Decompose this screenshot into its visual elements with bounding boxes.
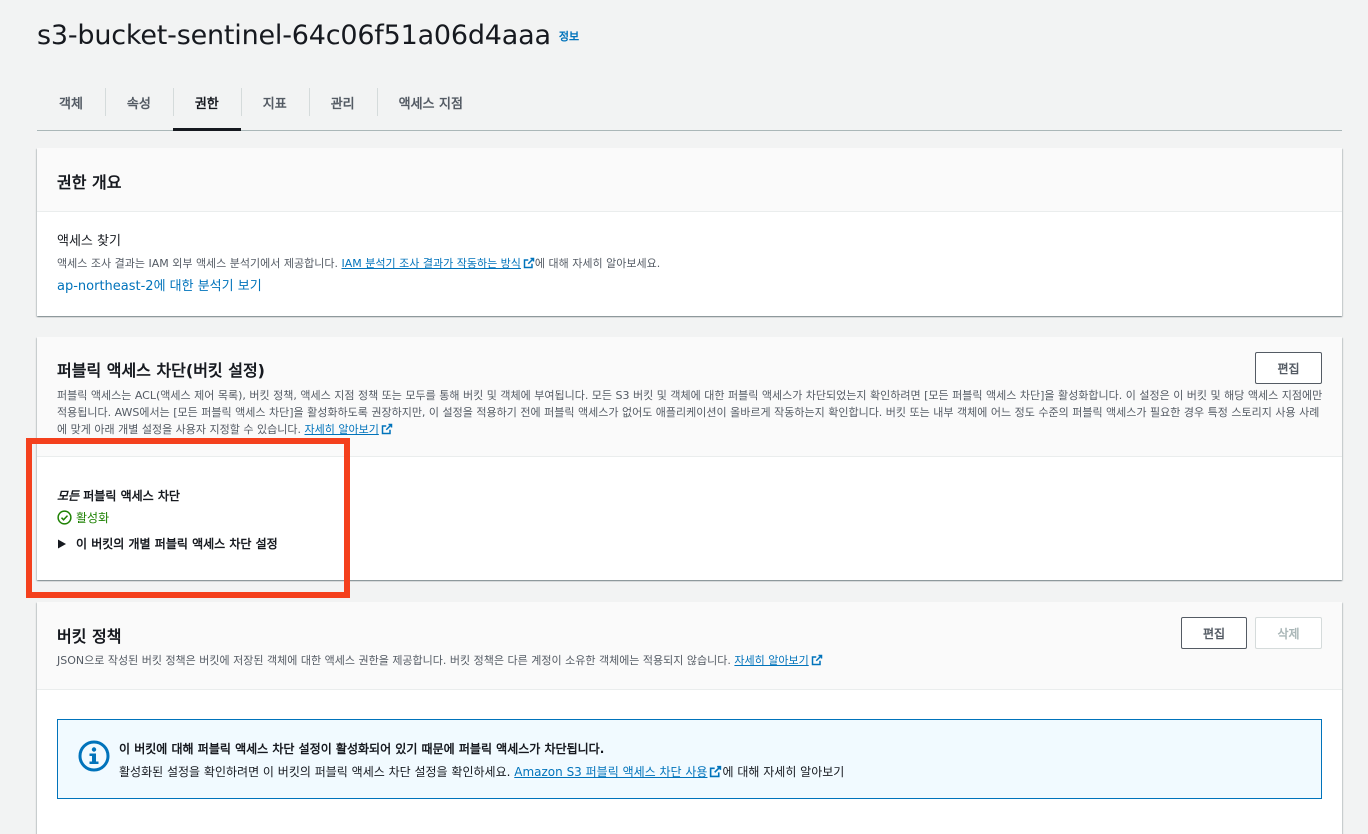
page-title: s3-bucket-sentinel-64c06f51a06d4aaa (37, 20, 551, 51)
access-finder-desc-text: 액세스 조사 결과는 IAM 외부 액세스 분석기에서 제공합니다. (57, 257, 342, 270)
info-icon (78, 740, 110, 772)
bucket-policy-learn-more-text: 자세히 알아보기 (734, 654, 809, 667)
bucket-policy-desc: JSON으로 작성된 버킷 정책은 버킷에 저장된 객체에 대한 액세스 권한을… (57, 652, 1207, 669)
external-link-icon (710, 765, 722, 778)
tab-objects[interactable]: 객체 (37, 74, 105, 130)
external-link-icon (381, 423, 393, 435)
alert-text-suffix: 에 대해 자세히 알아보기 (722, 765, 845, 779)
individual-settings-expander[interactable]: 이 버킷의 개별 퍼블릭 액세스 차단 설정 (57, 535, 278, 552)
bucket-policy-learn-more-link[interactable]: 자세히 알아보기 (734, 654, 822, 667)
block-public-access-panel: 퍼블릭 액세스 차단(버킷 설정) 편집 퍼블릭 액세스는 ACL(액세스 제어… (37, 337, 1342, 580)
public-access-blocked-alert: 이 버킷에 대해 퍼블릭 액세스 차단 설정이 활성화되어 있기 때문에 퍼블릭… (57, 719, 1322, 799)
tab-metrics[interactable]: 지표 (240, 74, 309, 130)
block-all-status-text: 활성화 (76, 511, 110, 525)
block-public-access-learn-more-link[interactable]: 자세히 알아보기 (304, 423, 393, 436)
access-finder-desc: 액세스 조사 결과는 IAM 외부 액세스 분석기에서 제공합니다. IAM 분… (57, 255, 1322, 272)
external-link-icon (523, 257, 535, 269)
block-public-access-header: 퍼블릭 액세스 차단(버킷 설정) 편집 퍼블릭 액세스는 ACL(액세스 제어… (37, 337, 1342, 457)
external-link-icon (811, 654, 822, 666)
bucket-policy-edit-button[interactable]: 편집 (1181, 617, 1247, 649)
access-finder-label: 액세스 찾기 (57, 234, 121, 249)
alert-text-body: 활성화된 설정을 확인하려면 이 버킷의 퍼블릭 액세스 차단 설정을 확인하세… (119, 765, 515, 779)
page-header: s3-bucket-sentinel-64c06f51a06d4aaa 정보 (37, 20, 579, 51)
s3-block-public-access-link[interactable]: Amazon S3 퍼블릭 액세스 차단 사용 (514, 765, 722, 779)
block-public-access-title: 퍼블릭 액세스 차단(버킷 설정) (57, 361, 265, 380)
tab-access-points[interactable]: 액세스 지점 (376, 74, 485, 130)
bucket-policy-title: 버킷 정책 (57, 627, 122, 646)
tab-bar: 객체 속성 권한 지표 관리 액세스 지점 (37, 74, 1342, 131)
access-finder-section: 액세스 찾기 액세스 조사 결과는 IAM 외부 액세스 분석기에서 제공합니다… (57, 230, 1322, 294)
block-public-access-desc-text: 퍼블릭 액세스는 ACL(액세스 제어 목록), 버킷 정책, 액세스 지점 정… (57, 389, 1323, 436)
block-public-access-edit-button[interactable]: 편집 (1255, 352, 1322, 384)
s3-block-public-access-link-text: Amazon S3 퍼블릭 액세스 차단 사용 (514, 765, 708, 779)
tab-permissions[interactable]: 권한 (172, 74, 241, 131)
block-all-label-text: 퍼블릭 액세스 차단 (79, 489, 180, 503)
alert-text: 활성화된 설정을 확인하려면 이 버킷의 퍼블릭 액세스 차단 설정을 확인하세… (119, 763, 844, 780)
block-all-setting: 모든 퍼블릭 액세스 차단 활성화 이 버킷의 개별 퍼블릭 액세스 차단 설정 (57, 487, 278, 552)
bucket-policy-delete-button: 삭제 (1255, 617, 1322, 649)
block-all-status: 활성화 (57, 509, 278, 526)
caret-right-icon (58, 539, 66, 548)
permissions-overview-header: 권한 개요 (37, 148, 1342, 212)
iam-analyzer-link[interactable]: IAM 분석기 조사 결과가 작동하는 방식 (342, 257, 535, 270)
tab-management[interactable]: 관리 (308, 74, 377, 130)
bucket-policy-desc-text: JSON으로 작성된 버킷 정책은 버킷에 저장된 객체에 대한 액세스 권한을… (57, 654, 735, 667)
info-link[interactable]: 정보 (559, 28, 579, 44)
individual-settings-label: 이 버킷의 개별 퍼블릭 액세스 차단 설정 (76, 537, 278, 551)
iam-analyzer-link-text: IAM 분석기 조사 결과가 작동하는 방식 (341, 257, 521, 270)
block-all-label-emph: 모든 (57, 489, 80, 503)
block-public-access-learn-more-text: 자세히 알아보기 (304, 423, 379, 436)
permissions-overview-title: 권한 개요 (57, 173, 122, 192)
access-finder-desc-suffix: 에 대해 자세히 알아보세요. (534, 257, 661, 270)
alert-title: 이 버킷에 대해 퍼블릭 액세스 차단 설정이 활성화되어 있기 때문에 퍼블릭… (119, 742, 605, 756)
s3-permissions-page: s3-bucket-sentinel-64c06f51a06d4aaa 정보 객… (0, 0, 1368, 834)
bucket-policy-header: 버킷 정책 편집 삭제 JSON으로 작성된 버킷 정책은 버킷에 저장된 객체… (37, 602, 1342, 690)
bucket-policy-panel: 버킷 정책 편집 삭제 JSON으로 작성된 버킷 정책은 버킷에 저장된 객체… (37, 602, 1342, 834)
block-all-label: 모든 퍼블릭 액세스 차단 (57, 487, 278, 504)
region-analyzer-link[interactable]: ap-northeast-2에 대한 분석기 보기 (57, 275, 1322, 294)
permissions-overview-panel: 권한 개요 액세스 찾기 액세스 조사 결과는 IAM 외부 액세스 분석기에서… (37, 148, 1342, 316)
check-circle-icon (57, 510, 72, 525)
block-public-access-desc: 퍼블릭 액세스는 ACL(액세스 제어 목록), 버킷 정책, 액세스 지점 정… (57, 387, 1324, 438)
tab-properties[interactable]: 속성 (104, 74, 173, 130)
